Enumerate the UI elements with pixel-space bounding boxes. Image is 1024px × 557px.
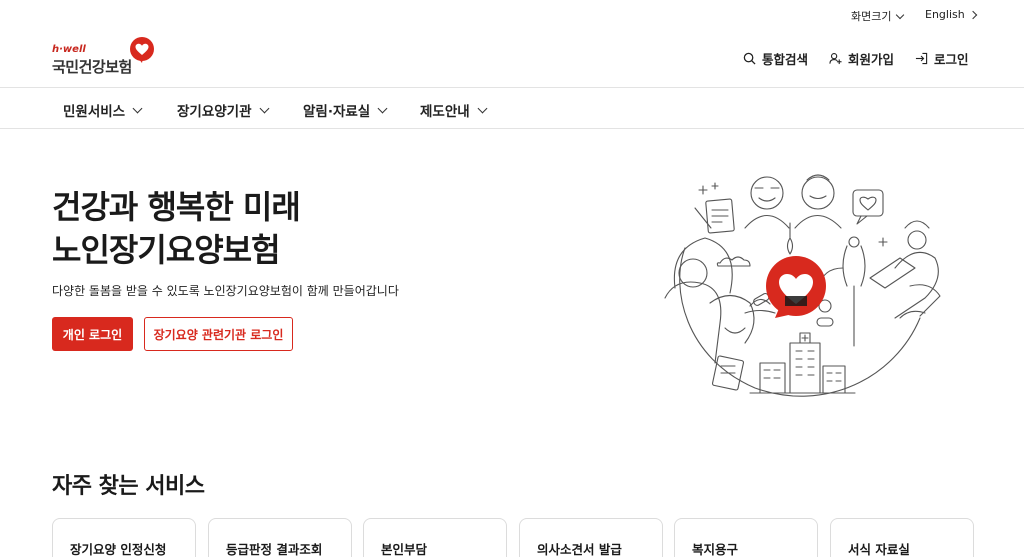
nav-item-label: 알림·자료실 (303, 104, 371, 120)
hero-title: 건강과 행복한 미래 노인장기요양보험 (52, 186, 301, 272)
services-section-title: 자주 찾는 서비스 (52, 474, 205, 499)
heart-logo-icon (130, 37, 154, 63)
search-icon (743, 52, 756, 65)
service-card-label: 본인부담 (381, 542, 428, 557)
hero-title-line2: 노인장기요양보험 (52, 231, 281, 269)
screen-size-label: 화면크기 (851, 10, 892, 23)
nav-item-label: 민원서비스 (63, 104, 126, 120)
service-card-copayment[interactable]: 본인부담 (363, 518, 507, 557)
hero-title-line1: 건강과 행복한 미래 (52, 188, 301, 226)
services-card-list: 장기요양 인정신청 등급판정 결과조회 본인부담 의사소견서 발급 복지용구 서… (52, 518, 974, 557)
language-link[interactable]: English (925, 8, 977, 21)
hero-description: 다양한 돌봄을 받을 수 있도록 노인장기요양보험이 함께 만들어갑니다 (52, 284, 399, 298)
service-card-label: 서식 자료실 (848, 542, 910, 557)
service-card-label: 등급판정 결과조회 (226, 542, 323, 557)
chevron-down-icon (896, 10, 905, 19)
service-card-label: 장기요양 인정신청 (70, 542, 167, 557)
personal-login-button[interactable]: 개인 로그인 (52, 317, 133, 351)
chevron-down-icon (259, 103, 269, 113)
main-navigation: 민원서비스 장기요양기관 알림·자료실 제도안내 (0, 87, 1024, 129)
logo-subtitle: h·well (52, 44, 86, 55)
service-card-grade-result[interactable]: 등급판정 결과조회 (208, 518, 352, 557)
nav-item-system-guide[interactable]: 제도안내 (420, 100, 488, 120)
login-link[interactable]: 로그인 (915, 49, 969, 68)
nav-item-label: 제도안내 (420, 104, 470, 120)
login-icon (915, 52, 928, 65)
nav-item-care-institution[interactable]: 장기요양기관 (177, 100, 269, 120)
elderly-care-illustration (664, 174, 941, 397)
site-header: h·well 국민건강보험 통합검색 회원가입 로그인 (0, 30, 1024, 87)
service-card-care-application[interactable]: 장기요양 인정신청 (52, 518, 196, 557)
nav-item-label: 장기요양기관 (177, 104, 252, 120)
utility-bar: 화면크기 English (0, 0, 1024, 30)
chevron-down-icon (477, 103, 488, 113)
sign-up-link[interactable]: 회원가입 (829, 49, 894, 68)
chevron-down-icon (132, 103, 143, 113)
chevron-right-icon (968, 10, 977, 19)
nav-item-notices-resources[interactable]: 알림·자료실 (303, 100, 388, 120)
service-card-welfare-equipment[interactable]: 복지용구 (674, 518, 818, 557)
search-label: 통합검색 (762, 52, 809, 67)
service-card-doctor-opinion[interactable]: 의사소견서 발급 (519, 518, 663, 557)
institution-login-button[interactable]: 장기요양 관련기관 로그인 (144, 317, 293, 351)
sign-up-label: 회원가입 (848, 52, 895, 67)
nav-item-civil-service[interactable]: 민원서비스 (63, 100, 143, 120)
screen-size-toggle[interactable]: 화면크기 (851, 8, 905, 24)
service-card-label: 의사소견서 발급 (537, 542, 622, 557)
logo-title: 국민건강보험 (52, 58, 132, 76)
site-logo[interactable]: h·well 국민건강보험 (52, 36, 162, 76)
chevron-down-icon (377, 103, 388, 113)
service-card-label: 복지용구 (692, 542, 739, 557)
integrated-search-link[interactable]: 통합검색 (743, 49, 808, 68)
language-label: English (925, 8, 965, 21)
login-label: 로그인 (934, 52, 969, 67)
service-card-forms[interactable]: 서식 자료실 (830, 518, 974, 557)
user-plus-icon (829, 53, 842, 65)
